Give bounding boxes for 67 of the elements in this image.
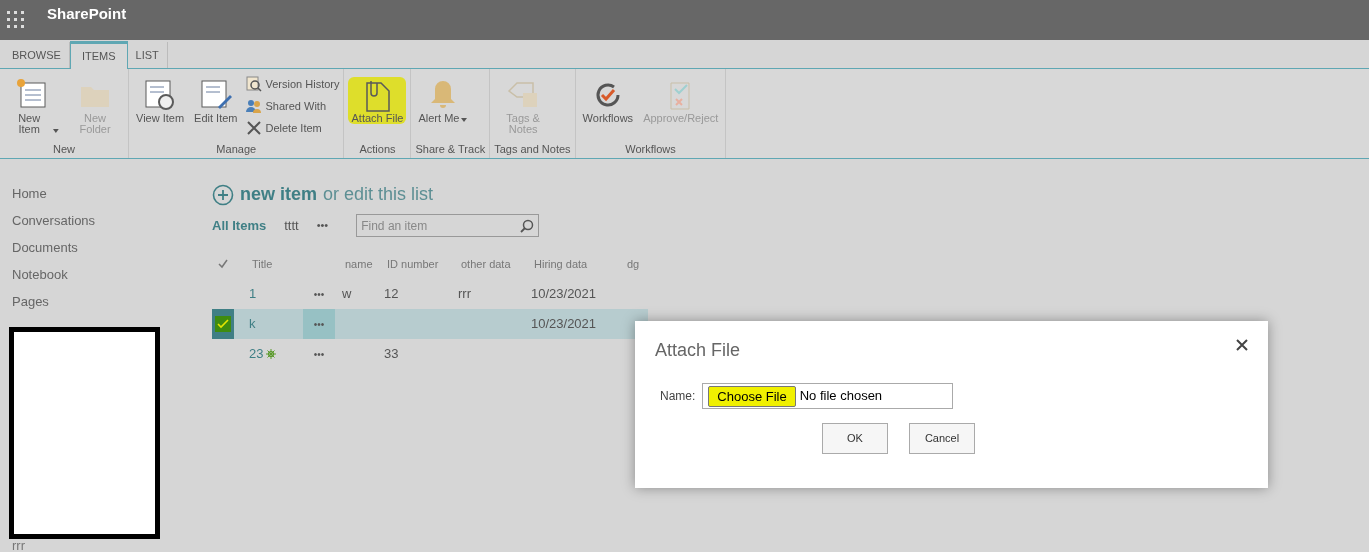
list-row[interactable]: k ••• 10/23/2021 <box>212 309 648 339</box>
field-label: Name: <box>660 388 696 405</box>
close-icon <box>244 119 263 137</box>
table-cell: w <box>342 286 352 302</box>
people-icon <box>244 97 263 115</box>
ribbon-group-label: Actions <box>358 142 397 157</box>
more-button[interactable]: ••• <box>303 309 335 339</box>
more-button[interactable]: ••• <box>316 217 329 234</box>
table-cell[interactable]: 23 <box>249 344 264 364</box>
column-header[interactable]: name <box>345 255 387 273</box>
ribbon-group-label: Share & Track <box>415 142 486 157</box>
ribbon-button[interactable]: Shared With <box>244 97 340 115</box>
more-button[interactable]: ••• <box>303 339 335 369</box>
search-icon[interactable] <box>520 218 535 233</box>
ribbon-button[interactable]: Workflows <box>579 77 637 124</box>
table-cell: 10/23/2021 <box>531 286 597 302</box>
more-button[interactable]: ••• <box>303 279 335 309</box>
ribbon-button[interactable]: Alert Me <box>415 77 471 124</box>
ribbon-group-label: Manage <box>215 142 258 157</box>
nav-link[interactable]: Home <box>12 185 200 212</box>
list-row[interactable]: 1 ••• w 12 rrr 10/23/2021 <box>212 279 648 309</box>
nav-link[interactable]: rrr <box>12 539 25 552</box>
view-link[interactable]: tttt <box>284 215 299 236</box>
ribbon-button[interactable]: Version History <box>244 75 340 93</box>
document-search-icon <box>244 75 263 93</box>
list-row[interactable]: 23 ••• 33 <box>212 339 648 369</box>
checkbox-checked-icon[interactable] <box>212 309 234 339</box>
ribbon-button[interactable]: Attach File <box>348 77 407 124</box>
check-icon[interactable] <box>218 259 228 269</box>
nav-link[interactable]: Pages <box>12 293 200 320</box>
app-title[interactable]: SharePoint <box>47 2 127 26</box>
table-cell[interactable]: 1 <box>249 284 257 304</box>
ribbon-tab[interactable]: ITEMS <box>69 41 128 69</box>
column-header[interactable]: Hiring data <box>534 255 627 273</box>
ribbon-tab[interactable]: BROWSE <box>4 42 70 68</box>
table-cell[interactable]: k <box>249 314 256 334</box>
add-icon[interactable] <box>212 183 234 206</box>
table-cell: rrr <box>458 286 471 302</box>
close-icon[interactable] <box>1236 339 1248 351</box>
choose-file-button[interactable]: Choose File <box>708 385 796 407</box>
column-header[interactable]: dg <box>627 255 640 273</box>
nav-link[interactable]: Notebook <box>12 266 200 293</box>
ribbon-tab[interactable]: LIST <box>127 42 168 68</box>
view-link[interactable]: All Items <box>212 215 267 236</box>
dialog-title: Attach File <box>655 339 741 362</box>
ribbon-group-label: Workflows <box>624 142 677 157</box>
column-header[interactable]: other data <box>461 255 534 273</box>
column-header[interactable]: ID number <box>387 255 461 273</box>
ribbon-button[interactable]: Edit Item <box>191 77 241 124</box>
app-launcher-icon[interactable] <box>7 11 25 29</box>
table-cell: 33 <box>384 346 399 362</box>
ribbon-group-label: New <box>52 142 76 157</box>
ribbon-group-label: Tags and Notes <box>494 142 571 157</box>
ribbon-button[interactable]: New Item <box>4 77 62 135</box>
nav-link[interactable]: Documents <box>12 239 200 266</box>
table-cell: 12 <box>384 286 399 302</box>
ribbon-button[interactable]: Delete Item <box>244 119 340 137</box>
dialog-button[interactable]: Cancel <box>909 423 975 454</box>
edit-list-text: or edit this list <box>323 183 434 206</box>
ribbon-button[interactable]: View Item <box>133 77 188 124</box>
new-item-link[interactable]: new item <box>240 181 318 208</box>
nav-link[interactable]: Conversations <box>12 212 200 239</box>
file-status: No file chosen <box>799 387 883 406</box>
file-input[interactable]: Choose File No file chosen <box>702 383 954 409</box>
dialog-button[interactable]: OK <box>822 423 888 454</box>
table-cell: 10/23/2021 <box>531 316 597 332</box>
column-header[interactable]: Title <box>252 255 345 273</box>
